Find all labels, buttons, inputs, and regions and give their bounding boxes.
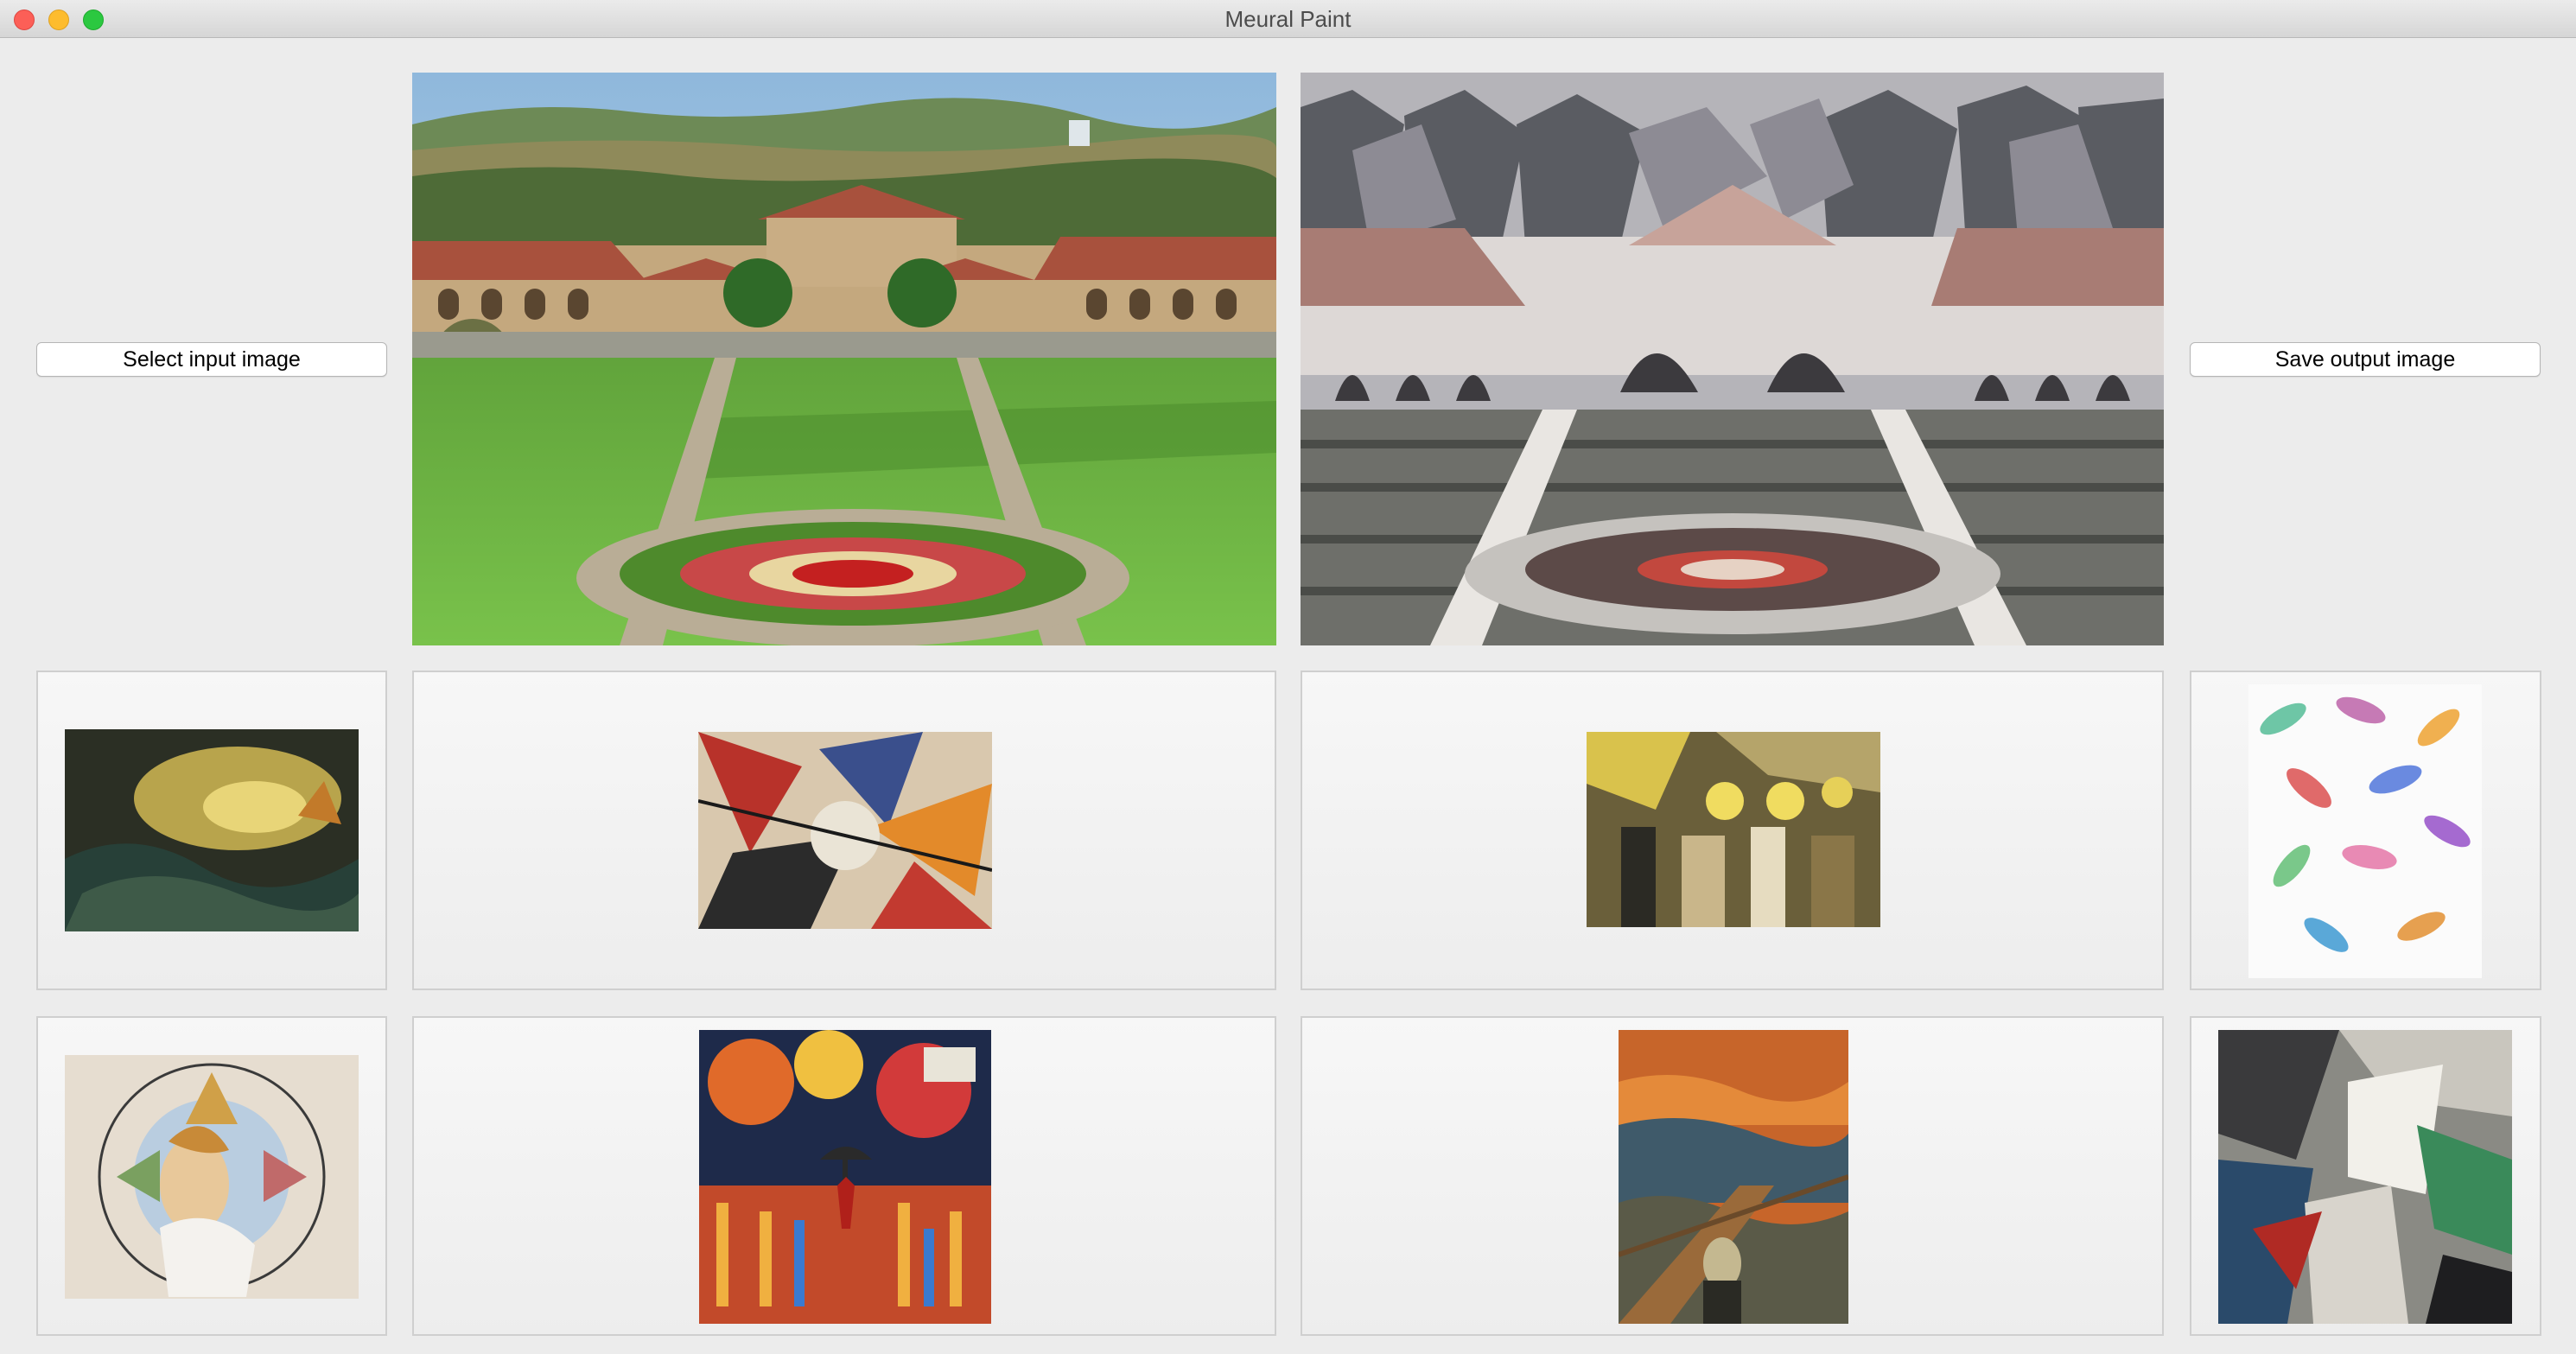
style-tile-afremov-rain-umbrella[interactable] <box>412 1016 1276 1336</box>
style-tile-watercolor-leaves[interactable] <box>2190 671 2541 990</box>
style-tile-kandinsky-composition[interactable] <box>412 671 1276 990</box>
title-bar: Meural Paint <box>0 0 2576 38</box>
style-thumbnail <box>698 732 992 929</box>
style-tile-cubist-village[interactable] <box>1301 671 2164 990</box>
save-output-image-button[interactable]: Save output image <box>2190 342 2541 377</box>
style-thumbnail <box>2248 684 2482 978</box>
input-image <box>412 73 1276 645</box>
app-window: Meural Paint Select input image Save out… <box>0 0 2576 1354</box>
style-tile-stained-glass-mucha[interactable] <box>36 1016 387 1336</box>
style-thumbnail <box>2218 1030 2512 1324</box>
style-thumbnail <box>1619 1030 1848 1324</box>
style-tile-turner-shipwreck[interactable] <box>36 671 387 990</box>
style-tile-cubist-figure[interactable] <box>2190 1016 2541 1336</box>
style-thumbnail <box>65 1055 359 1299</box>
style-thumbnail <box>699 1030 991 1324</box>
style-thumbnail <box>65 729 359 931</box>
style-tile-munch-the-scream[interactable] <box>1301 1016 2164 1336</box>
window-title: Meural Paint <box>1224 6 1352 32</box>
select-input-image-button[interactable]: Select input image <box>36 342 387 377</box>
style-thumbnail <box>1587 732 1880 927</box>
output-image <box>1301 73 2164 645</box>
